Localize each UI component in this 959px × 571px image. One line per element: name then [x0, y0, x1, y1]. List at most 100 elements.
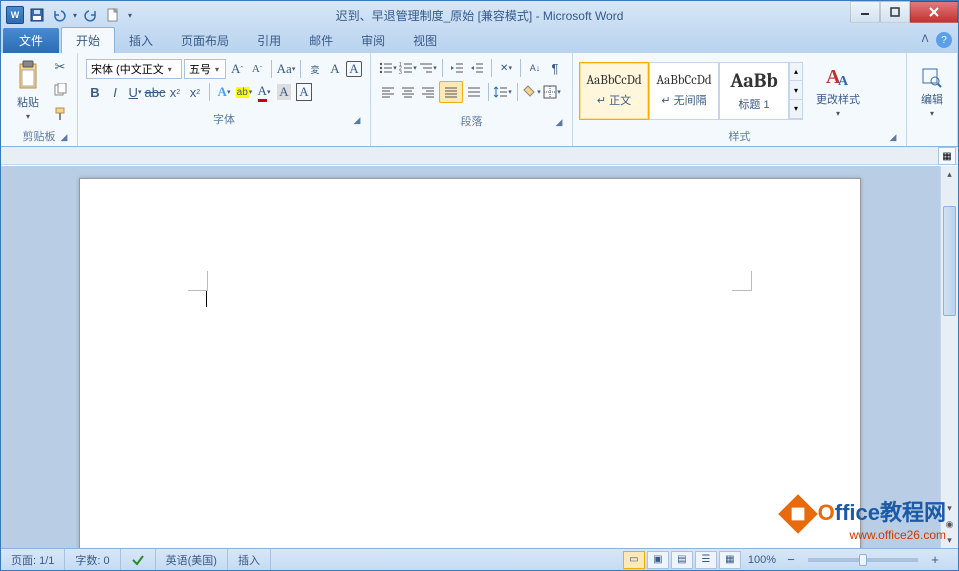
char-border-icon[interactable]: A — [295, 83, 313, 101]
find-icon — [921, 67, 943, 89]
align-justify-icon[interactable] — [439, 81, 463, 103]
ribbon: 粘贴 ▾ ✂ 剪贴板◢ 宋体 (中文正文▾ 五号▾ Aˆ Aˇ Aa▾ 変 A — [1, 53, 958, 147]
style-no-spacing[interactable]: AaBbCcDd ↵ 无间隔 — [649, 62, 719, 120]
borders-icon[interactable]: ▾ — [543, 83, 561, 101]
page[interactable] — [79, 178, 861, 548]
view-outline[interactable]: ☰ — [695, 551, 717, 569]
text-effects-icon[interactable]: A▾ — [215, 83, 233, 101]
find-button[interactable]: 编辑 ▾ — [913, 55, 951, 130]
undo-dropdown[interactable]: ▾ — [71, 5, 79, 25]
style-preview: AaBb — [730, 69, 778, 92]
numbering-icon[interactable]: 123▾ — [399, 59, 417, 77]
clipboard-launcher[interactable]: ◢ — [57, 130, 71, 144]
file-tab[interactable]: 文件 — [3, 28, 59, 53]
help-icon[interactable]: ? — [936, 32, 952, 48]
bullets-icon[interactable]: ▾ — [379, 59, 397, 77]
show-marks-icon[interactable]: ¶ — [546, 59, 564, 77]
change-styles-button[interactable]: AA 更改样式 ▾ — [811, 59, 865, 122]
title-bar: W ▾ ▾ 迟到、早退管理制度_原始 [兼容模式] - Microsoft Wo… — [1, 1, 958, 29]
line-spacing-icon[interactable]: ▾ — [494, 83, 512, 101]
clear-format-icon[interactable]: A — [326, 60, 344, 78]
status-page[interactable]: 页面: 1/1 — [1, 549, 65, 570]
ruler-toggle-icon[interactable]: ▦ — [938, 147, 956, 165]
underline-icon[interactable]: U▾ — [126, 83, 144, 101]
copy-icon[interactable] — [51, 81, 69, 99]
cut-icon[interactable]: ✂ — [51, 58, 69, 76]
align-right-icon[interactable] — [419, 83, 437, 101]
scroll-down-icon[interactable]: ▾ — [941, 500, 958, 516]
scroll-up-icon[interactable]: ▴ — [941, 166, 958, 182]
editing-group-label — [913, 130, 951, 146]
tab-mailings[interactable]: 邮件 — [295, 28, 347, 53]
grow-font-icon[interactable]: Aˆ — [228, 60, 246, 78]
vertical-scrollbar[interactable]: ▴ ▾ ◉ ▾ — [940, 166, 958, 548]
zoom-level[interactable]: 100% — [742, 554, 782, 566]
font-size-combo[interactable]: 五号▾ — [184, 59, 226, 79]
status-proof[interactable] — [121, 549, 156, 570]
subscript-icon[interactable]: x2 — [166, 83, 184, 101]
tab-home[interactable]: 开始 — [61, 27, 115, 53]
distributed-icon[interactable] — [465, 83, 483, 101]
align-left-icon[interactable] — [379, 83, 397, 101]
view-print-layout[interactable]: ▭ — [623, 551, 645, 569]
enclose-char-icon[interactable]: A — [346, 61, 362, 77]
change-case-icon[interactable]: Aa▾ — [277, 60, 295, 78]
prev-page-icon[interactable]: ◉ — [941, 516, 958, 532]
italic-icon[interactable]: I — [106, 83, 124, 101]
status-mode[interactable]: 插入 — [228, 549, 271, 570]
view-web[interactable]: ▤ — [671, 551, 693, 569]
font-name-combo[interactable]: 宋体 (中文正文▾ — [86, 59, 182, 79]
zoom-slider[interactable] — [808, 558, 918, 562]
tab-references[interactable]: 引用 — [243, 28, 295, 53]
style-expand[interactable]: ▾ — [790, 100, 802, 119]
new-doc-icon[interactable] — [103, 5, 123, 25]
format-painter-icon[interactable] — [51, 105, 69, 123]
tab-insert[interactable]: 插入 — [115, 28, 167, 53]
scroll-thumb[interactable] — [943, 206, 956, 316]
tab-page-layout[interactable]: 页面布局 — [167, 28, 243, 53]
minimize-ribbon-icon[interactable]: ᐱ — [918, 32, 932, 46]
sort-icon[interactable]: A↓ — [526, 59, 544, 77]
strike-icon[interactable]: abc — [146, 83, 164, 101]
bold-icon[interactable]: B — [86, 83, 104, 101]
status-language[interactable]: 英语(美国) — [156, 549, 228, 570]
undo-icon[interactable] — [49, 5, 69, 25]
style-heading1[interactable]: AaBb 标题 1 — [719, 62, 789, 120]
align-center-icon[interactable] — [399, 83, 417, 101]
paste-button[interactable]: 粘贴 ▾ — [7, 55, 49, 126]
highlight-icon[interactable]: ab▾ — [235, 83, 253, 101]
zoom-thumb[interactable] — [859, 554, 867, 566]
increase-indent-icon[interactable] — [468, 59, 486, 77]
next-page-icon[interactable]: ▾ — [941, 532, 958, 548]
zoom-in-icon[interactable]: + — [926, 551, 944, 569]
styles-launcher[interactable]: ◢ — [886, 130, 900, 144]
shrink-font-icon[interactable]: Aˇ — [248, 60, 266, 78]
font-color-icon[interactable]: A▾ — [255, 83, 273, 101]
status-words[interactable]: 字数: 0 — [65, 549, 120, 570]
asian-layout-icon[interactable]: ✕▾ — [497, 59, 515, 77]
redo-icon[interactable] — [81, 5, 101, 25]
zoom-out-icon[interactable]: − — [782, 551, 800, 569]
document-area: ▴ ▾ ◉ ▾ — [1, 166, 958, 548]
multilevel-list-icon[interactable]: ▾ — [419, 59, 437, 77]
close-button[interactable] — [910, 1, 958, 23]
shading-icon[interactable]: ▾ — [523, 83, 541, 101]
view-full-screen[interactable]: ▣ — [647, 551, 669, 569]
view-draft[interactable]: ▦ — [719, 551, 741, 569]
save-icon[interactable] — [27, 5, 47, 25]
char-shading-icon[interactable]: A — [275, 83, 293, 101]
tab-review[interactable]: 审阅 — [347, 28, 399, 53]
paragraph-launcher[interactable]: ◢ — [552, 115, 566, 129]
app-icon[interactable]: W — [5, 5, 25, 25]
tab-view[interactable]: 视图 — [399, 28, 451, 53]
minimize-button[interactable] — [850, 1, 880, 23]
phonetic-guide-icon[interactable]: 変 — [306, 60, 324, 78]
superscript-icon[interactable]: x2 — [186, 83, 204, 101]
style-normal[interactable]: AaBbCcDd ↵ 正文 — [579, 62, 649, 120]
maximize-button[interactable] — [880, 1, 910, 23]
qat-dropdown[interactable]: ▾ — [125, 5, 135, 25]
font-launcher[interactable]: ◢ — [350, 113, 364, 127]
style-scroll-down[interactable]: ▾ — [790, 81, 802, 100]
style-scroll-up[interactable]: ▴ — [790, 63, 802, 82]
decrease-indent-icon[interactable] — [448, 59, 466, 77]
